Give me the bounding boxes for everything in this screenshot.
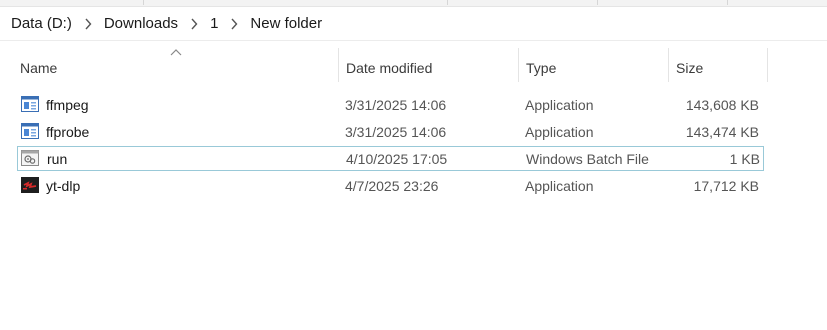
column-header-name[interactable]: Name: [20, 48, 337, 88]
column-header-name-label: Name: [20, 60, 58, 76]
toolbar-separator: [727, 0, 728, 5]
chevron-right-icon[interactable]: [184, 16, 204, 32]
file-row-ffmpeg[interactable]: ffmpeg 3/31/2025 14:06 Application 143,6…: [17, 92, 764, 117]
file-date: 4/10/2025 17:05: [346, 150, 448, 167]
file-size: 1 KB: [729, 150, 760, 167]
column-header-size[interactable]: Size: [676, 48, 766, 88]
file-explorer-window: Data (D:) Downloads 1 New folder Name Da…: [0, 0, 827, 330]
file-size: 143,474 KB: [685, 123, 759, 140]
column-divider[interactable]: [767, 48, 768, 82]
column-header-row: Name Date modified Type Size: [0, 48, 827, 88]
file-type: Application: [525, 177, 594, 194]
file-size: 143,608 KB: [685, 96, 759, 113]
yt-dlp-app-icon: [21, 177, 39, 193]
application-icon: [21, 123, 39, 139]
breadcrumb-item-1[interactable]: 1: [210, 13, 218, 34]
file-name: run: [47, 150, 68, 167]
toolbar-separator: [143, 0, 144, 5]
toolbar-separator: [447, 0, 448, 5]
file-date: 4/7/2025 23:26: [345, 177, 439, 194]
column-divider[interactable]: [518, 48, 519, 82]
application-icon: [21, 96, 39, 112]
toolbar-separator: [597, 0, 598, 5]
file-type: Application: [525, 96, 594, 113]
file-row-run[interactable]: run 4/10/2025 17:05 Windows Batch File 1…: [17, 146, 764, 171]
breadcrumb: Data (D:) Downloads 1 New folder: [0, 7, 827, 41]
toolbar-strip: [0, 0, 827, 7]
breadcrumb-item-drive[interactable]: Data (D:): [11, 13, 72, 34]
file-date: 3/31/2025 14:06: [345, 123, 447, 140]
file-name: ffprobe: [46, 123, 90, 140]
file-name: ffmpeg: [46, 96, 89, 113]
batch-file-icon: [21, 150, 39, 166]
column-header-date[interactable]: Date modified: [346, 48, 516, 88]
file-name: yt-dlp: [46, 177, 81, 194]
column-header-size-label: Size: [676, 60, 704, 76]
file-row-ffprobe[interactable]: ffprobe 3/31/2025 14:06 Application 143,…: [17, 119, 764, 144]
file-type: Application: [525, 123, 594, 140]
chevron-right-icon[interactable]: [78, 16, 98, 32]
chevron-right-icon[interactable]: [224, 16, 244, 32]
file-size: 17,712 KB: [693, 177, 759, 194]
file-date: 3/31/2025 14:06: [345, 96, 447, 113]
column-divider[interactable]: [668, 48, 669, 82]
column-header-date-label: Date modified: [346, 60, 433, 76]
file-row-yt-dlp[interactable]: yt-dlp 4/7/2025 23:26 Application 17,712…: [17, 173, 764, 198]
column-header-type[interactable]: Type: [526, 48, 666, 88]
breadcrumb-item-downloads[interactable]: Downloads: [104, 13, 178, 34]
column-divider[interactable]: [338, 48, 339, 82]
breadcrumb-item-new-folder[interactable]: New folder: [250, 13, 322, 34]
column-header-type-label: Type: [526, 60, 557, 76]
